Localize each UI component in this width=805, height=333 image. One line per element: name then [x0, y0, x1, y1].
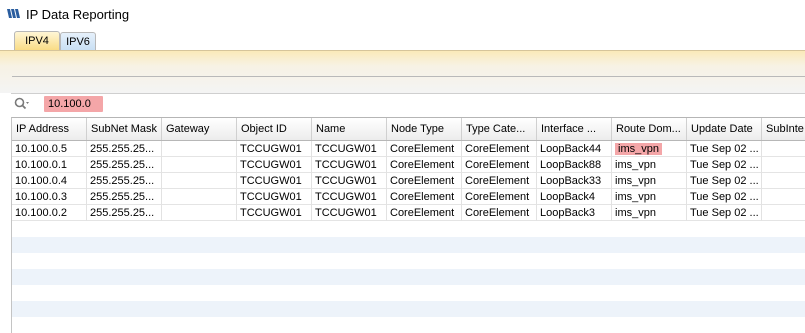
table-cell: ims_vpn [612, 141, 687, 157]
title-bar: IP Data Reporting [0, 0, 805, 30]
table-cell: TCCUGW01 [237, 173, 312, 189]
column-header[interactable]: Object ID [237, 118, 312, 140]
table-cell: CoreElement [462, 173, 537, 189]
tab-strip: IPV4 IPV6 [0, 30, 805, 50]
table-cell: CoreElement [387, 189, 462, 205]
ip-data-table: IP Address SubNet Mask Gateway Object ID Nam… [11, 117, 805, 333]
table-cell: 255.255.25... [87, 189, 162, 205]
table-cell: TCCUGW01 [312, 205, 387, 221]
table-cell: CoreElement [462, 205, 537, 221]
table-cell: CoreElement [462, 141, 537, 157]
table-cell [162, 189, 237, 205]
column-header[interactable]: Update Date [687, 118, 762, 140]
table-cell: CoreElement [462, 157, 537, 173]
column-header[interactable]: SubInte [762, 118, 805, 140]
table-cell: CoreElement [462, 189, 537, 205]
table-cell: 255.255.25... [87, 157, 162, 173]
table-cell: 10.100.0.2 [12, 205, 87, 221]
table-cell: ims_vpn [612, 205, 687, 221]
table-cell: Tue Sep 02 ... [687, 157, 762, 173]
table-cell [762, 205, 805, 221]
column-header[interactable]: Name [312, 118, 387, 140]
search-bar: 10.100.0 [11, 93, 805, 114]
empty-row [12, 301, 805, 317]
table-cell: TCCUGW01 [237, 189, 312, 205]
table-row[interactable]: 10.100.0.4 255.255.25... TCCUGW01 TCCUGW01 C… [12, 173, 805, 189]
table-cell: TCCUGW01 [312, 189, 387, 205]
table-cell: LoopBack3 [537, 205, 612, 221]
table-cell: LoopBack33 [537, 173, 612, 189]
table-cell: TCCUGW01 [237, 157, 312, 173]
table-cell: CoreElement [387, 141, 462, 157]
table-cell [162, 173, 237, 189]
window-title: IP Data Reporting [26, 7, 130, 22]
table-cell: CoreElement [387, 205, 462, 221]
empty-row [12, 237, 805, 253]
table-cell: Tue Sep 02 ... [687, 205, 762, 221]
table-cell: TCCUGW01 [312, 173, 387, 189]
column-header[interactable]: Type Cate... [462, 118, 537, 140]
tab-ipv4[interactable]: IPV4 [14, 31, 60, 50]
column-header[interactable]: IP Address [12, 118, 87, 140]
table-header: IP Address SubNet Mask Gateway Object ID Nam… [12, 118, 805, 141]
table-cell: CoreElement [387, 157, 462, 173]
table-row[interactable]: 10.100.0.2 255.255.25... TCCUGW01 TCCUGW01 C… [12, 205, 805, 221]
search-input[interactable]: 10.100.0 [44, 96, 103, 112]
table-cell: 255.255.25... [87, 173, 162, 189]
table-cell: 255.255.25... [87, 141, 162, 157]
table-cell: ims_vpn [612, 189, 687, 205]
table-cell [762, 189, 805, 205]
table-cell: Tue Sep 02 ... [687, 141, 762, 157]
table-cell: 10.100.0.1 [12, 157, 87, 173]
table-cell [762, 157, 805, 173]
empty-row [12, 269, 805, 285]
table-cell [762, 173, 805, 189]
tab-ipv6[interactable]: IPV6 [60, 32, 96, 50]
table-cell: LoopBack44 [537, 141, 612, 157]
column-header[interactable]: SubNet Mask [87, 118, 162, 140]
column-header[interactable]: Interface ... [537, 118, 612, 140]
table-cell: Tue Sep 02 ... [687, 173, 762, 189]
toolbar-area [0, 50, 805, 93]
app-logo-icon [7, 9, 20, 18]
column-header[interactable]: Route Dom... [612, 118, 687, 140]
table-cell: TCCUGW01 [312, 157, 387, 173]
table-cell: TCCUGW01 [237, 141, 312, 157]
table-cell [162, 157, 237, 173]
table-cell: 10.100.0.4 [12, 173, 87, 189]
column-header[interactable]: Node Type [387, 118, 462, 140]
table-cell [762, 141, 805, 157]
divider [12, 76, 805, 77]
table-cell [162, 205, 237, 221]
table-cell [162, 141, 237, 157]
table-row[interactable]: 10.100.0.5 255.255.25... TCCUGW01 TCCUGW01 C… [12, 141, 805, 157]
column-header[interactable]: Gateway [162, 118, 237, 140]
search-icon[interactable] [14, 97, 30, 111]
table-cell: 255.255.25... [87, 205, 162, 221]
table-cell: LoopBack4 [537, 189, 612, 205]
highlighted-value: ims_vpn [615, 143, 662, 155]
table-cell: TCCUGW01 [312, 141, 387, 157]
table-cell: LoopBack88 [537, 157, 612, 173]
table-row[interactable]: 10.100.0.1 255.255.25... TCCUGW01 TCCUGW01 C… [12, 157, 805, 173]
table-cell: ims_vpn [612, 157, 687, 173]
table-cell: ims_vpn [612, 173, 687, 189]
table-cell: 10.100.0.3 [12, 189, 87, 205]
table-cell: CoreElement [387, 173, 462, 189]
table-row[interactable]: 10.100.0.3 255.255.25... TCCUGW01 TCCUGW01 C… [12, 189, 805, 205]
table-cell: 10.100.0.5 [12, 141, 87, 157]
table-cell: TCCUGW01 [237, 205, 312, 221]
table-cell: Tue Sep 02 ... [687, 189, 762, 205]
